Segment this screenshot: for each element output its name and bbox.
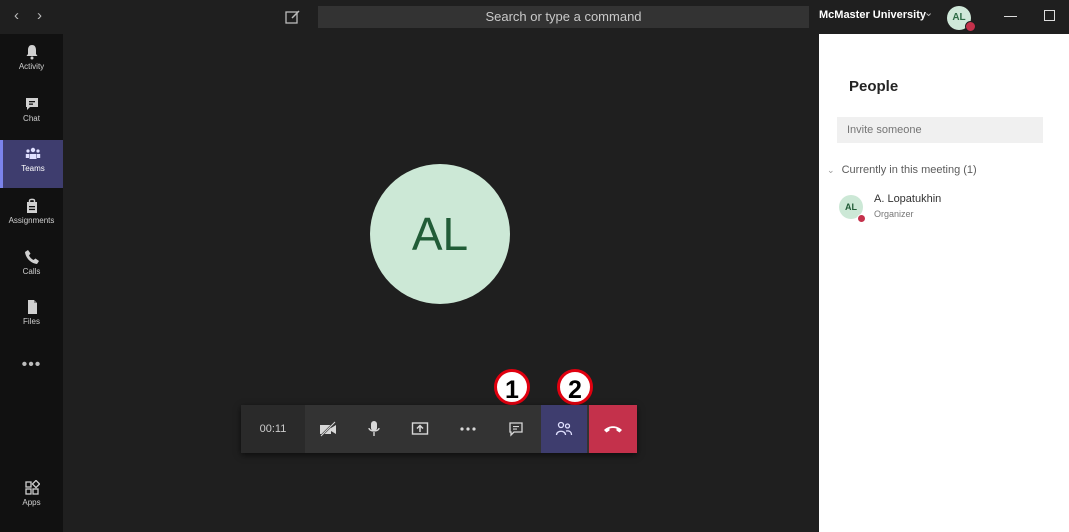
show-conversation-button[interactable]	[493, 405, 539, 453]
rail-item-files[interactable]: Files	[0, 293, 63, 341]
share-screen-icon	[411, 422, 429, 435]
camera-off-icon	[320, 421, 336, 437]
assignments-icon	[26, 198, 37, 213]
annotation-marker-1: 1	[494, 369, 530, 405]
teams-icon	[25, 147, 41, 159]
hang-up-icon	[604, 426, 622, 433]
rail-label: Teams	[21, 164, 45, 173]
app-rail: Activity Chat Teams Assignments Calls Fi…	[0, 34, 63, 532]
more-actions-button[interactable]	[445, 405, 491, 453]
rail-label: Apps	[22, 498, 41, 507]
org-switcher[interactable]: McMaster University	[819, 9, 926, 21]
call-timer: 00:11	[241, 405, 305, 453]
annotation-marker-2: 2	[557, 369, 593, 405]
meeting-section-header[interactable]: ⌄ Currently in this meeting (1)	[827, 164, 977, 176]
panel-title: People	[849, 78, 899, 95]
rail-item-assignments[interactable]: Assignments	[0, 192, 63, 240]
people-panel: People ⌄ Currently in this meeting (1) A…	[819, 34, 1069, 532]
file-icon	[27, 300, 37, 314]
status-dot	[857, 214, 866, 223]
maximize-icon[interactable]	[1044, 10, 1055, 21]
hang-up-button[interactable]	[589, 405, 637, 453]
bell-icon	[26, 45, 37, 60]
mute-button[interactable]	[351, 405, 397, 453]
section-label: Currently in this meeting (1)	[841, 164, 977, 176]
call-controls: 00:11	[241, 405, 637, 453]
show-participants-button[interactable]	[541, 405, 587, 453]
more-apps-icon[interactable]: •••	[0, 356, 63, 374]
rail-item-teams[interactable]: Teams	[0, 140, 63, 188]
rail-label: Calls	[22, 267, 41, 276]
compose-icon[interactable]	[284, 8, 302, 26]
participant-avatar: AL	[370, 164, 510, 304]
rail-label: Files	[23, 317, 40, 326]
chevron-down-icon[interactable]: ⌄	[924, 6, 933, 19]
status-dot	[965, 21, 976, 32]
chat-icon	[509, 422, 523, 437]
rail-label: Assignments	[8, 216, 55, 225]
more-icon	[460, 427, 476, 431]
participant-role: Organizer	[874, 209, 914, 219]
call-stage: AL 1 2 00:11	[63, 34, 819, 532]
rail-label: Activity	[18, 62, 45, 71]
minimize-icon[interactable]	[1004, 16, 1017, 17]
chat-icon	[25, 98, 38, 110]
rail-item-calls[interactable]: Calls	[0, 243, 63, 291]
apps-icon	[24, 480, 40, 495]
rail-item-activity[interactable]: Activity	[0, 38, 63, 86]
invite-input[interactable]	[837, 117, 1043, 143]
title-bar: ‹› Search or type a command McMaster Uni…	[0, 0, 1069, 34]
rail-item-apps[interactable]: Apps	[0, 474, 63, 522]
phone-icon	[24, 250, 39, 264]
people-icon	[555, 421, 573, 436]
rail-item-chat[interactable]: Chat	[0, 90, 63, 138]
nav-arrows[interactable]: ‹›	[14, 7, 60, 24]
search-input[interactable]: Search or type a command	[318, 6, 809, 28]
microphone-icon	[368, 421, 380, 436]
share-screen-button[interactable]	[397, 405, 443, 453]
camera-toggle-button[interactable]	[305, 405, 351, 453]
chevron-down-icon: ⌄	[827, 165, 835, 175]
rail-label: Chat	[23, 114, 40, 123]
participant-name: A. Lopatukhin	[874, 193, 942, 205]
